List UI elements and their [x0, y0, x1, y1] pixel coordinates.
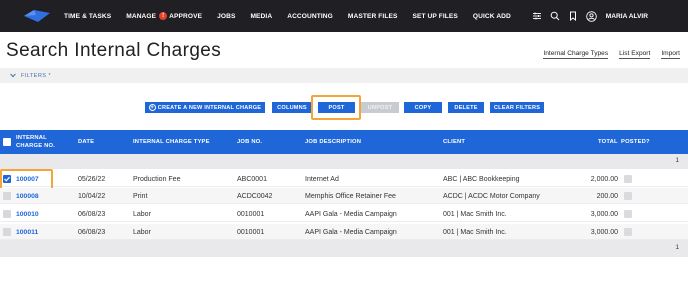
columns-button[interactable]: COLUMNS — [272, 102, 312, 113]
title-row: Search Internal Charges Internal Charge … — [0, 36, 688, 66]
unpost-button[interactable]: UNPOST — [361, 102, 399, 113]
cell-job-description: Memphis Office Retainer Fee — [305, 192, 396, 200]
charge-no-link[interactable]: 100010 — [16, 206, 39, 222]
sliders-icon[interactable] — [532, 11, 543, 22]
nav-time-tasks[interactable]: TIME & TASKS — [64, 13, 111, 20]
select-all-checkbox[interactable] — [3, 138, 11, 146]
group-count: 1 — [675, 157, 679, 164]
import-link[interactable]: Import — [661, 50, 680, 59]
nav-accounting[interactable]: ACCOUNTING — [287, 13, 333, 20]
nav-jobs[interactable]: JOBS — [217, 13, 235, 20]
cell-job-description: AAPI Gala - Media Campaign — [305, 228, 397, 236]
nav-set-up-files[interactable]: SET UP FILES — [412, 13, 457, 20]
checkmark-icon — [4, 176, 10, 182]
charge-no-link[interactable]: 100007 — [16, 171, 39, 187]
copy-button[interactable]: COPY — [404, 102, 442, 113]
cell-date: 10/04/22 — [78, 192, 106, 200]
cell-job-description: Internet Ad — [305, 175, 339, 183]
table-row[interactable]: 100007 05/26/22 Production Fee ABC0001 I… — [0, 171, 688, 187]
nav-master-files[interactable]: MASTER FILES — [348, 13, 398, 20]
cell-job-no: 0010001 — [237, 228, 265, 236]
cell-type: Print — [133, 192, 148, 200]
cell-job-no: ABC0001 — [237, 175, 267, 183]
cell-job-description: AAPI Gala - Media Campaign — [305, 210, 397, 218]
header-charge-no-line2: CHARGE NO. — [16, 143, 56, 149]
internal-charge-types-link[interactable]: Internal Charge Types — [543, 50, 609, 59]
alert-badge: ! — [159, 12, 168, 20]
row-checkbox[interactable] — [3, 175, 11, 183]
bookmark-icon[interactable] — [568, 11, 579, 22]
title-links: Internal Charge Types List Export Import — [532, 50, 680, 59]
posted-checkbox[interactable] — [624, 175, 632, 183]
clear-filters-button[interactable]: CLEAR FILTERS — [490, 102, 544, 113]
posted-checkbox[interactable] — [624, 192, 632, 200]
table-row[interactable]: 100011 06/08/23 Labor 0010001 AAPI Gala … — [0, 224, 688, 240]
cell-date: 05/26/22 — [78, 175, 106, 183]
logo[interactable] — [22, 9, 52, 23]
cell-total: 3,000.00 — [590, 210, 618, 218]
table-footer-row: 1 — [0, 240, 688, 257]
cell-client: ABC | ABC Bookkeeping — [443, 175, 520, 183]
action-toolbar: + CREATE A NEW INTERNAL CHARGE COLUMNS P… — [0, 102, 688, 114]
cell-date: 06/08/23 — [78, 210, 106, 218]
cell-job-no: ACDC0042 — [237, 192, 273, 200]
table-row[interactable]: 100008 10/04/22 Print ACDC0042 Memphis O… — [0, 188, 688, 204]
create-internal-charge-button[interactable]: + CREATE A NEW INTERNAL CHARGE — [145, 102, 265, 113]
posted-checkbox[interactable] — [624, 228, 632, 236]
cell-type: Labor — [133, 210, 151, 218]
header-posted[interactable]: POSTED? — [621, 130, 650, 154]
nav-quick-add[interactable]: QUICK ADD — [473, 13, 511, 20]
charge-no-link[interactable]: 100011 — [16, 224, 38, 240]
header-job-no[interactable]: JOB NO. — [237, 130, 262, 154]
cell-date: 06/08/23 — [78, 228, 106, 236]
group-header-row: 1 — [0, 154, 688, 169]
footer-count: 1 — [675, 244, 679, 251]
plus-circle-icon: + — [148, 104, 156, 111]
top-nav: TIME & TASKS MANAGE ! APPROVE JOBS MEDIA… — [0, 0, 688, 32]
header-total[interactable]: TOTAL — [598, 130, 618, 154]
nav-approve-label: APPROVE — [169, 12, 203, 20]
header-charge-no[interactable]: INTERNAL CHARGE NO. — [16, 130, 55, 154]
row-checkbox[interactable] — [3, 210, 11, 218]
chevron-down-icon — [10, 73, 16, 78]
posted-checkbox[interactable] — [624, 210, 632, 218]
filters-label: FILTERS * — [21, 72, 51, 79]
user-name[interactable]: MARIA ALVIR — [606, 13, 648, 20]
charge-no-link[interactable]: 100008 — [16, 188, 39, 204]
cell-client: ACDC | ACDC Motor Company — [443, 192, 540, 200]
nav-manage[interactable]: MANAGE — [126, 13, 156, 20]
table-header: INTERNAL CHARGE NO. DATE INTERNAL CHARGE… — [0, 130, 688, 154]
header-type[interactable]: INTERNAL CHARGE TYPE — [133, 130, 210, 154]
row-checkbox[interactable] — [3, 192, 11, 200]
delete-button[interactable]: DELETE — [448, 102, 484, 113]
table-row[interactable]: 100010 06/08/23 Labor 0010001 AAPI Gala … — [0, 206, 688, 222]
list-export-link[interactable]: List Export — [619, 50, 651, 59]
filters-bar: FILTERS * — [0, 68, 688, 83]
nav-approve[interactable]: ! APPROVE — [159, 12, 202, 20]
row-checkbox[interactable] — [3, 228, 11, 236]
cell-total: 2,000.00 — [590, 175, 618, 183]
cell-job-no: 0010001 — [237, 210, 265, 218]
cell-total: 3,000.00 — [590, 228, 618, 236]
nav-media[interactable]: MEDIA — [250, 13, 272, 20]
cell-type: Production Fee — [133, 175, 181, 183]
user-circle-icon[interactable] — [585, 10, 597, 22]
header-job-description[interactable]: JOB DESCRIPTION — [305, 130, 361, 154]
page-title: Search Internal Charges — [6, 40, 222, 61]
cell-type: Labor — [133, 228, 151, 236]
filters-toggle[interactable]: FILTERS * — [10, 73, 51, 79]
header-client[interactable]: CLIENT — [443, 130, 465, 154]
header-date[interactable]: DATE — [78, 130, 94, 154]
post-button[interactable]: POST — [318, 102, 355, 113]
cell-client: 001 | Mac Smith Inc. — [443, 228, 507, 236]
search-icon[interactable] — [550, 11, 561, 22]
cell-client: 001 | Mac Smith Inc. — [443, 210, 507, 218]
create-button-label: CREATE A NEW INTERNAL CHARGE — [157, 104, 262, 111]
cell-total: 200.00 — [596, 192, 618, 200]
header-charge-no-line1: INTERNAL — [16, 135, 47, 141]
